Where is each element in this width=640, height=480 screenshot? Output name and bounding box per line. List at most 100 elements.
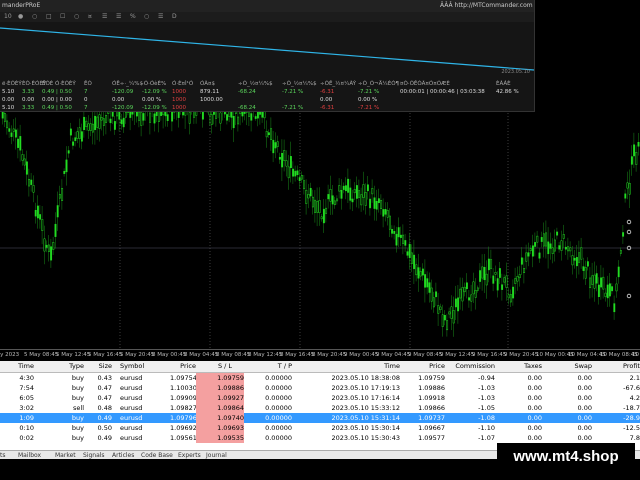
- candle-body: [523, 268, 526, 273]
- table-cell: 1.09918: [418, 394, 445, 402]
- panel-url[interactable]: ÂÂÂ http://MTCommander.com: [440, 0, 533, 12]
- candle-body: [80, 131, 83, 142]
- candle-body: [63, 170, 66, 174]
- candle-body: [540, 237, 543, 242]
- column-header[interactable]: S / L: [205, 361, 245, 372]
- panel-stat-header: ÈÀÁÈ: [496, 81, 511, 87]
- column-header[interactable]: T / P: [250, 361, 292, 372]
- table-row[interactable]: 0:02 buy 0.49 eurusd 1.09561 1.09535 0.00000 20…: [0, 433, 640, 443]
- table-row[interactable]: 3:02 sell 0.48 eurusd 1.09827 1.09864 0.00000 2…: [0, 403, 640, 413]
- candle-body: [305, 189, 308, 204]
- candle-body: [96, 116, 99, 128]
- candle-body: [362, 184, 365, 198]
- candle-body: [364, 192, 367, 206]
- candle-body: [171, 111, 174, 122]
- time-axis-label: May 2023: [0, 352, 20, 358]
- table-cell: 2.1: [629, 374, 640, 382]
- column-header[interactable]: Size: [84, 361, 112, 372]
- candle-body: [549, 243, 552, 249]
- candle-body: [265, 131, 268, 138]
- candle-body: [52, 242, 55, 250]
- column-header[interactable]: Profit: [600, 361, 640, 372]
- candle-body: [591, 275, 594, 285]
- candle-body: [109, 118, 112, 124]
- candle-body: [333, 200, 336, 206]
- candle-body: [294, 170, 297, 177]
- candle-body: [551, 247, 554, 254]
- candle-body: [428, 282, 431, 293]
- panel-tool-button[interactable]: D: [172, 12, 177, 22]
- candle-body: [105, 115, 108, 123]
- panel-tool-button[interactable]: 10: [4, 12, 12, 22]
- panel-stat-value: [400, 96, 485, 104]
- table-cell: buy: [71, 434, 84, 442]
- panel-stat-value: 0.00: [320, 97, 333, 103]
- panel-tool-button[interactable]: ☰: [116, 12, 121, 22]
- time-axis-label: 8 May 08:45: [216, 352, 251, 358]
- candle-body: [54, 223, 57, 237]
- panel-stat-header: ë·ÈÓÈÝ: [2, 81, 22, 87]
- panel-tool-button[interactable]: ○: [144, 12, 149, 22]
- candle-body: [157, 110, 160, 122]
- time-axis-label: 9 May 08:45: [408, 352, 443, 358]
- panel-tool-button[interactable]: □: [46, 12, 52, 22]
- candle-body: [327, 194, 330, 200]
- panel-tool-button[interactable]: ☰: [158, 12, 163, 22]
- order-marker: [626, 219, 632, 225]
- table-cell: 1.09886: [418, 384, 445, 392]
- column-header[interactable]: Symbol: [120, 361, 165, 372]
- column-header[interactable]: Swap: [545, 361, 592, 372]
- table-row[interactable]: 4:30 buy 0.43 eurusd 1.09754 1.09759 0.00000 20…: [0, 373, 640, 383]
- table-row[interactable]: 7:54 buy 0.47 eurusd 1.10030 1.09886 0.00000 20…: [0, 383, 640, 393]
- table-cell: -1.03: [478, 394, 495, 402]
- candle-body: [582, 266, 585, 271]
- table-row[interactable]: 6:05 buy 0.47 eurusd 1.09909 1.09927 0.00000 20…: [0, 393, 640, 403]
- candle-body: [520, 257, 523, 265]
- column-header[interactable]: Price: [170, 361, 196, 372]
- trade-table[interactable]: Time Type Size Symbol Price S / LT / P Time Pri…: [0, 361, 640, 450]
- table-cell: 0.00: [527, 424, 542, 432]
- candle-body: [501, 284, 504, 290]
- panel-tool-button[interactable]: ○: [32, 12, 37, 22]
- candle-body: [338, 185, 341, 192]
- candle-body: [388, 215, 391, 230]
- table-row[interactable]: 0:10 buy 0.50 eurusd 1.09692 1.09693 0.00000 20…: [0, 423, 640, 433]
- candle-body: [6, 120, 9, 129]
- candle-body: [450, 306, 453, 319]
- time-axis-label: 9 May 16:45: [472, 352, 507, 358]
- candle-body: [426, 278, 429, 288]
- panel-tool-button[interactable]: ○: [74, 12, 79, 22]
- candle-body: [622, 232, 625, 237]
- table-cell: 0.00: [577, 404, 592, 412]
- candle-body: [50, 246, 53, 261]
- panel-tool-button[interactable]: %: [130, 12, 136, 22]
- column-header[interactable]: Price: [400, 361, 445, 372]
- time-axis-label: 9 May 00:45: [344, 352, 379, 358]
- panel-stat-value: -6.31: [320, 105, 335, 111]
- candle-body: [30, 179, 33, 185]
- candle-body: [439, 306, 442, 310]
- candle-body: [353, 189, 356, 194]
- panel-tool-button[interactable]: ●: [18, 12, 23, 22]
- panel-stat-value: [400, 104, 485, 112]
- candle-body: [435, 291, 438, 298]
- candle-body: [47, 244, 50, 252]
- column-header[interactable]: Type: [44, 361, 84, 372]
- panel-stat-value: [496, 104, 519, 112]
- column-header[interactable]: Time: [300, 361, 400, 372]
- panel-stat-value: [496, 96, 519, 104]
- candle-body: [78, 127, 81, 139]
- panel-tool-button[interactable]: ☰: [102, 12, 107, 22]
- candle-body: [120, 119, 123, 125]
- column-header[interactable]: Taxes: [500, 361, 542, 372]
- panel-tool-button[interactable]: ¤: [88, 12, 92, 22]
- candle-body: [377, 198, 380, 204]
- candle-body: [347, 178, 350, 193]
- column-header[interactable]: Time: [0, 361, 34, 372]
- candle-body: [553, 239, 556, 252]
- panel-tool-button[interactable]: ☐: [60, 12, 65, 22]
- column-header[interactable]: Commission: [445, 361, 495, 372]
- panel-stat-value: [200, 104, 223, 112]
- panel-stat-value: -7.21 %: [358, 89, 380, 95]
- table-row[interactable]: 1:09 buy 0.49 eurusd 1.09796 1.09740 0.00000 20…: [0, 413, 640, 423]
